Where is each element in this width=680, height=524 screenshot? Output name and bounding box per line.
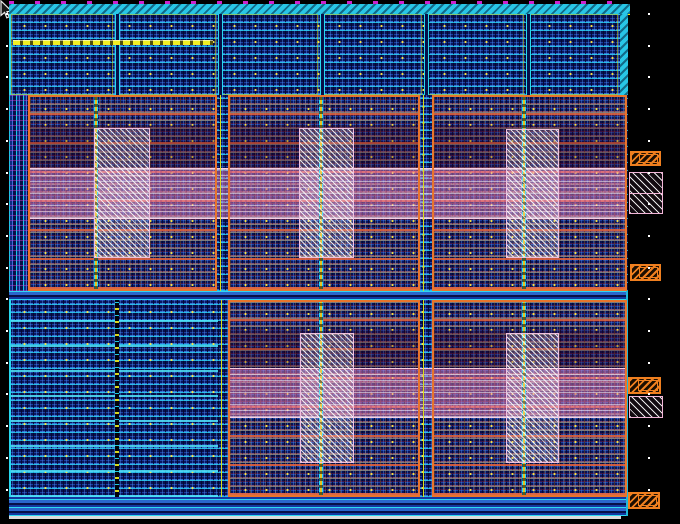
block-gap-channel — [420, 95, 432, 291]
grid-dot — [6, 330, 8, 332]
right-edge-strap — [620, 14, 628, 95]
white-hatch-overlay — [300, 333, 354, 463]
grid-dot — [648, 108, 650, 110]
grid-dot — [6, 298, 8, 300]
cell-block-outline[interactable] — [323, 14, 422, 95]
pink-pin-marker[interactable] — [629, 396, 663, 418]
white-hatch-overlay — [94, 128, 150, 258]
cell-block-outline[interactable] — [118, 14, 216, 95]
grid-dot — [6, 457, 8, 459]
bottom-frame-line — [9, 516, 621, 519]
grid-dot — [6, 45, 8, 47]
grid-dot — [648, 362, 650, 364]
grid-dot — [648, 203, 650, 205]
grid-dot — [6, 235, 8, 237]
marker-inner-cell — [638, 380, 658, 391]
grid-dot — [648, 140, 650, 142]
column-divider — [115, 14, 120, 95]
grid-dot — [6, 425, 8, 427]
bottom-left-cell-region[interactable] — [9, 300, 218, 497]
grid-dot — [648, 457, 650, 459]
grid-dot — [6, 172, 8, 174]
orange-pin-marker[interactable] — [630, 151, 661, 166]
column-divider — [218, 14, 223, 95]
column-divider — [424, 14, 429, 95]
grid-dot — [6, 108, 8, 110]
column-divider — [526, 14, 531, 95]
grid-dot — [6, 203, 8, 205]
block-gap-channel — [217, 95, 228, 291]
white-hatch-overlay — [299, 128, 354, 258]
orange-pin-marker[interactable] — [630, 264, 661, 281]
grid-dot — [648, 393, 650, 395]
grid-dot — [6, 267, 8, 269]
block-gap-channel — [420, 300, 432, 497]
grid-dot — [648, 45, 650, 47]
routing-row-lines — [9, 300, 218, 497]
pink-pin-marker[interactable] — [629, 172, 663, 214]
grid-dot — [648, 330, 650, 332]
white-hatch-overlay — [506, 129, 559, 258]
orange-pin-marker[interactable] — [628, 492, 660, 509]
grid-dot — [648, 298, 650, 300]
left-rail-column — [9, 95, 28, 291]
block-gap-channel — [218, 300, 228, 497]
grid-dot — [6, 489, 8, 491]
grid-dot — [648, 425, 650, 427]
grid-dot — [648, 235, 650, 237]
layout-canvas[interactable] — [0, 0, 680, 524]
cell-column-divider — [115, 300, 119, 497]
grid-dot — [6, 362, 8, 364]
white-hatch-overlay — [506, 333, 559, 463]
grid-dot — [6, 393, 8, 395]
bottom-strip — [9, 497, 628, 516]
row-separator-strip — [9, 291, 628, 300]
marker-inner-cell — [639, 154, 658, 163]
cell-block-outline[interactable] — [11, 14, 113, 95]
marker-cell-divider — [630, 193, 662, 194]
cell-block-outline[interactable] — [427, 14, 524, 95]
orange-pin-marker[interactable] — [628, 377, 661, 394]
grid-dot — [648, 267, 650, 269]
cell-block-outline[interactable] — [529, 14, 618, 95]
selected-net-wire[interactable] — [13, 40, 213, 45]
left-edge-line — [9, 300, 11, 497]
grid-dot — [648, 13, 650, 15]
grid-dot — [6, 13, 8, 15]
grid-dot — [6, 140, 8, 142]
grid-dot — [648, 489, 650, 491]
grid-dot — [648, 76, 650, 78]
column-divider — [320, 14, 325, 95]
grid-dot — [648, 172, 650, 174]
cell-block-outline[interactable] — [221, 14, 318, 95]
marker-inner-cell — [638, 495, 657, 506]
grid-dot — [6, 76, 8, 78]
